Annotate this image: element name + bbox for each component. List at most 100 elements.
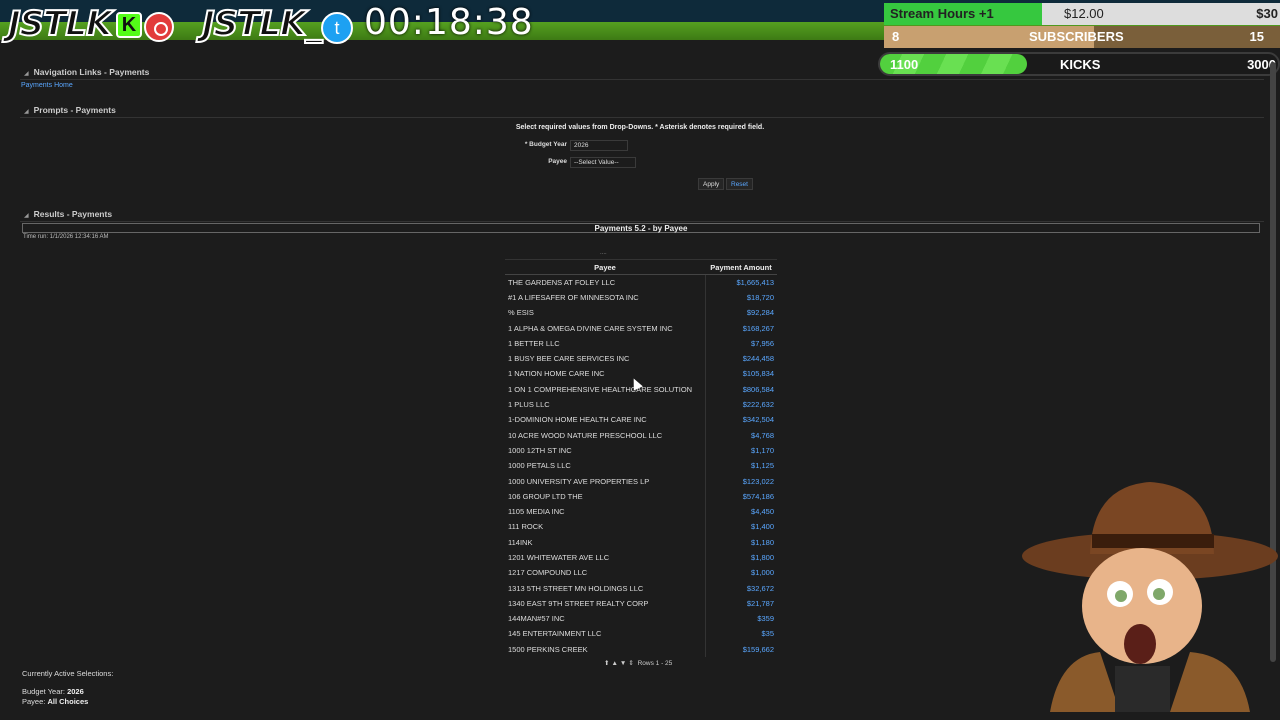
goal-stream-hours-target: $30 [1256, 6, 1278, 21]
payee-cell: 145 ENTERTAINMENT LLC [505, 626, 706, 642]
table-row: 1500 PERKINS CREEK $159,662 [505, 641, 777, 657]
prompt-instruction: Select required values from Drop-Downs. … [515, 124, 765, 131]
goal-stream-hours: Stream Hours +1 $12.00 $30 [884, 3, 1280, 25]
goal-subscribers-label: SUBSCRIBERS [1029, 29, 1124, 44]
table-row: 1313 5TH STREET MN HOLDINGS LLC $32,672 [505, 580, 777, 596]
payment-amount-link[interactable]: $342,504 [705, 412, 777, 427]
payment-amount-link[interactable]: $35 [705, 626, 777, 641]
table-row: 144MAN#57 INC $359 [505, 611, 777, 627]
streamer-avatar [1022, 482, 1278, 712]
table-row: 1-DOMINION HOME HEALTH CARE INC $342,504 [505, 412, 777, 428]
stream-timer: 00:18:38 [364, 2, 534, 43]
goal-subscribers-target: 15 [1249, 29, 1264, 44]
payee-cell: 114INK [505, 534, 706, 550]
selection-payee-value: All Choices [47, 697, 89, 706]
kick-badge: K [116, 12, 142, 38]
payee-cell: 1 ON 1 COMPREHENSIVE HEALTHCARE SOLUTION [505, 381, 706, 397]
table-row: 1 ALPHA & OMEGA DIVINE CARE SYSTEM INC $1… [505, 320, 777, 336]
twitter-icon: t [321, 12, 353, 44]
payee-cell: 1 BUSY BEE CARE SERVICES INC [505, 350, 706, 367]
payment-amount-link[interactable]: $168,267 [705, 320, 777, 335]
table-row: 1340 EAST 9TH STREET REALTY CORP $21,787 [505, 595, 777, 612]
payment-amount-link[interactable]: $7,956 [705, 336, 777, 351]
payee-label: Payee [548, 158, 567, 165]
payment-amount-link[interactable]: $359 [705, 611, 777, 626]
payment-amount-link[interactable]: $1,800 [705, 550, 777, 565]
payee-cell: 144MAN#57 INC [505, 611, 706, 627]
time-run: Time run: 1/1/2026 12:34:16 AM [23, 234, 109, 240]
payment-amount-link[interactable]: $18,720 [705, 290, 777, 305]
payment-amount-link[interactable]: $21,787 [705, 596, 777, 611]
payee-select[interactable]: --Select Value-- [570, 157, 636, 168]
payment-amount-link[interactable]: $1,665,413 [705, 275, 777, 290]
goal-subscribers-current: 8 [892, 29, 900, 44]
payee-cell: THE GARDENS AT FOLEY LLC [505, 274, 706, 290]
payment-amount-link[interactable]: $32,672 [705, 580, 777, 595]
pager-next-icon[interactable]: ▼ [620, 660, 626, 667]
payments-home-link[interactable]: Payments Home [21, 82, 73, 89]
payment-amount-link[interactable]: $806,584 [705, 382, 777, 397]
results-title: Payments 5.2 - by Payee [22, 223, 1260, 233]
table-row: 1 NATION HOME CARE INC $105,834 [505, 366, 777, 382]
reset-button[interactable]: Reset [726, 178, 753, 190]
pager-all-icon[interactable]: ⇕ [628, 660, 633, 667]
table-row: 1 BETTER LLC $7,956 [505, 335, 777, 351]
goal-stream-hours-amount: $12.00 [1064, 6, 1104, 21]
collapse-triangle-icon[interactable]: ◢ [24, 108, 29, 115]
selection-payee-label: Payee: [22, 697, 46, 706]
prompts-section-header[interactable]: ◢ Prompts - Payments [20, 102, 1264, 118]
payee-cell: 1340 EAST 9TH STREET REALTY CORP [505, 595, 706, 612]
payee-cell: 10 ACRE WOOD NATURE PRESCHOOL LLC [505, 427, 706, 443]
collapse-triangle-icon[interactable]: ◢ [24, 70, 29, 77]
table-row: 1 BUSY BEE CARE SERVICES INC $244,458 [505, 350, 777, 367]
table-row: 111 ROCK $1,400 [505, 519, 777, 535]
budget-year-label: * Budget Year [524, 141, 567, 148]
payee-cell: 1-DOMINION HOME HEALTH CARE INC [505, 412, 706, 428]
stream-brand-left: JSTLK [7, 3, 113, 45]
prompts-section-title: Prompts - Payments [33, 105, 116, 115]
selection-budget-year-value: 2026 [67, 687, 84, 696]
pager-rows-text: Rows 1 - 25 [637, 660, 673, 667]
payee-cell: 1500 PERKINS CREEK [505, 641, 706, 657]
table-row: 1 PLUS LLC $222,632 [505, 396, 777, 413]
payment-amount-link[interactable]: $1,000 [705, 565, 777, 580]
collapse-triangle-icon[interactable]: ◢ [24, 212, 29, 219]
pager-prev-icon[interactable]: ▲ [611, 660, 617, 667]
payment-amount-link[interactable]: $105,834 [705, 366, 777, 381]
payment-amount-link[interactable]: $244,458 [705, 351, 777, 366]
pager-first-icon[interactable]: ⬆ [604, 660, 609, 667]
column-header-payee[interactable]: Payee [505, 259, 705, 275]
payment-amount-link[interactable]: $123,022 [705, 473, 777, 488]
payment-amount-link[interactable]: $159,662 [705, 642, 777, 657]
goal-subscribers: 8 SUBSCRIBERS 15 [884, 26, 1280, 48]
table-row: 1000 12TH ST INC $1,170 [505, 442, 777, 459]
nav-section-header[interactable]: ◢ Navigation Links - Payments [20, 64, 1264, 80]
table-row: 145 ENTERTAINMENT LLC $35 [505, 626, 777, 642]
payment-amount-link[interactable]: $92,284 [705, 305, 777, 320]
payment-amount-link[interactable]: $1,400 [705, 519, 777, 534]
budget-year-select[interactable]: 2026 [570, 140, 628, 151]
payee-cell: 1 BETTER LLC [505, 335, 706, 351]
nav-section-title: Navigation Links - Payments [33, 67, 150, 77]
payment-amount-link[interactable]: $1,170 [705, 443, 777, 458]
table-row: THE GARDENS AT FOLEY LLC $1,665,413 [505, 274, 777, 290]
stream-brand-right: JSTLK_ [201, 3, 323, 45]
payee-cell: 1 PLUS LLC [505, 396, 706, 413]
payment-amount-link[interactable]: $1,180 [705, 535, 777, 550]
payee-cell: 1201 WHITEWATER AVE LLC [505, 549, 706, 566]
apply-button[interactable]: Apply [698, 178, 725, 190]
payment-amount-link[interactable]: $222,632 [705, 397, 777, 412]
column-header-payment-amount[interactable]: Payment Amount [705, 259, 777, 275]
active-selections: Currently Active Selections: Budget Year… [22, 669, 113, 707]
table-drag-handle[interactable]: .... [600, 250, 607, 256]
goal-stream-hours-label: Stream Hours +1 [890, 6, 994, 21]
payment-amount-link[interactable]: $4,768 [705, 427, 777, 442]
table-row: 114INK $1,180 [505, 534, 777, 550]
table-row: 1105 MEDIA INC $4,450 [505, 503, 777, 520]
table-row: #1 A LIFESAFER OF MINNESOTA INC $18,720 [505, 289, 777, 306]
record-icon [144, 12, 174, 42]
payment-amount-link[interactable]: $4,450 [705, 504, 777, 519]
payment-amount-link[interactable]: $1,125 [705, 458, 777, 473]
results-section-header[interactable]: ◢ Results - Payments [20, 206, 1264, 222]
payment-amount-link[interactable]: $574,186 [705, 489, 777, 504]
